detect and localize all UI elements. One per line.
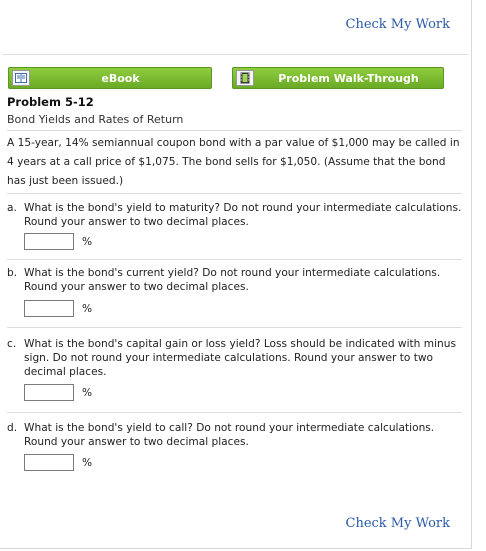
problem-subtitle: Bond Yields and Rates of Return: [7, 113, 184, 126]
percent-unit: %: [82, 386, 93, 399]
divider: [7, 412, 462, 413]
problem-title: Problem 5-12: [7, 95, 94, 109]
question-text: What is the bond's current yield? Do not…: [24, 267, 441, 293]
percent-unit: %: [82, 456, 93, 469]
question-label: d.: [7, 422, 18, 434]
book-icon: [12, 70, 30, 86]
film-icon: [236, 70, 254, 86]
percent-unit: %: [82, 302, 93, 315]
answer-input-a[interactable]: [24, 233, 74, 250]
percent-unit: %: [82, 235, 93, 248]
answer-row-d: %: [24, 454, 92, 471]
ebook-button[interactable]: eBook: [8, 67, 212, 89]
question-d: d. What is the bond's yield to call? Do …: [7, 421, 465, 449]
question-b: b. What is the bond's current yield? Do …: [7, 266, 465, 294]
divider: [7, 193, 462, 194]
check-my-work-link-bottom[interactable]: Check My Work: [346, 516, 451, 531]
question-text: What is the bond's yield to maturity? Do…: [24, 202, 462, 228]
divider: [7, 130, 462, 131]
answer-row-b: %: [24, 300, 92, 317]
question-text: What is the bond's yield to call? Do not…: [24, 422, 435, 448]
check-my-work-link-top[interactable]: Check My Work: [346, 17, 451, 32]
problem-walkthrough-label: Problem Walk-Through: [278, 71, 419, 85]
answer-input-c[interactable]: [24, 384, 74, 401]
answer-row-c: %: [24, 384, 92, 401]
ebook-button-label: eBook: [101, 71, 140, 85]
top-divider: [2, 54, 468, 55]
question-a: a. What is the bond's yield to maturity?…: [7, 201, 465, 229]
answer-input-d[interactable]: [24, 454, 74, 471]
answer-row-a: %: [24, 233, 92, 250]
question-label: b.: [7, 267, 18, 279]
problem-intro: A 15-year, 14% semiannual coupon bond wi…: [7, 137, 460, 187]
divider: [7, 327, 462, 328]
divider: [7, 259, 462, 260]
question-c: c. What is the bond's capital gain or lo…: [7, 337, 465, 379]
question-label: a.: [7, 202, 17, 214]
question-text: What is the bond's capital gain or loss …: [24, 338, 456, 378]
question-label: c.: [7, 338, 17, 350]
answer-input-b[interactable]: [24, 300, 74, 317]
problem-walkthrough-button[interactable]: Problem Walk-Through: [232, 67, 444, 89]
